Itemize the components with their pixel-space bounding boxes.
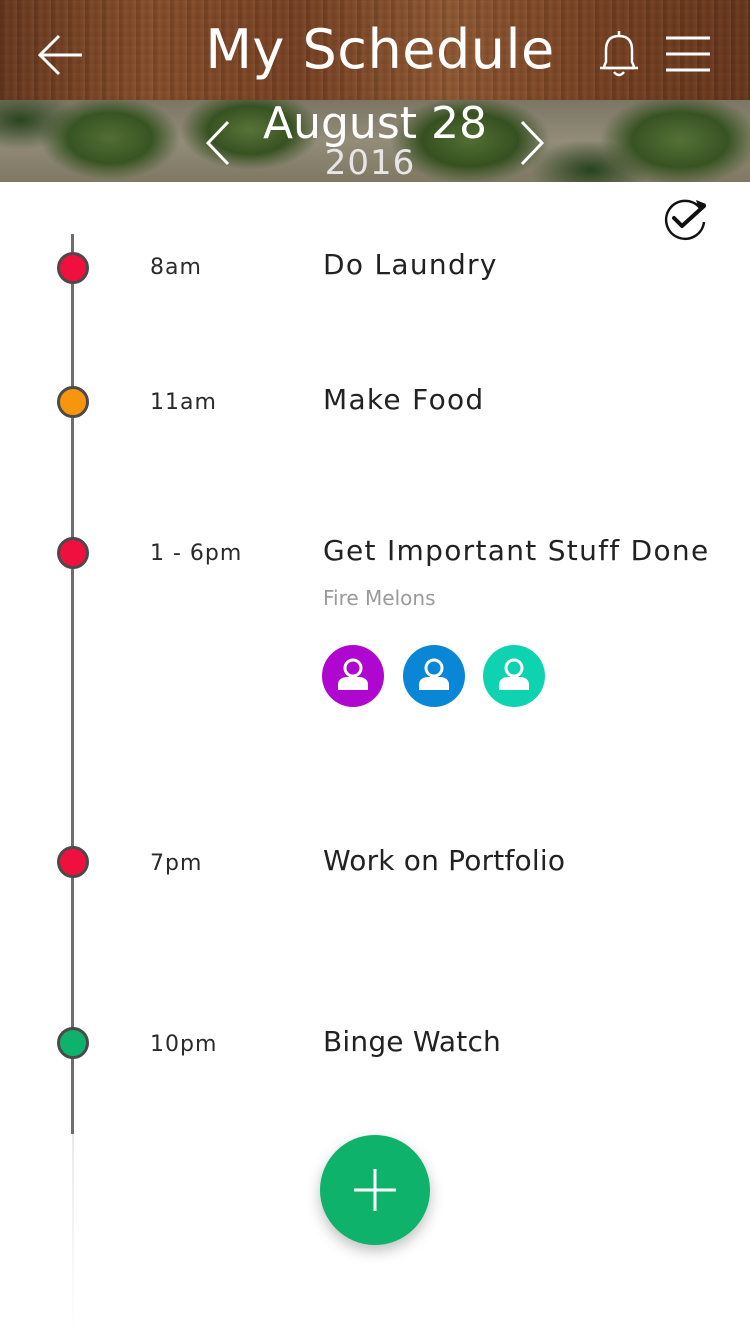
event-subtitle: Fire Melons (323, 586, 436, 610)
event-title[interactable]: Work on Portfolio (323, 844, 565, 877)
event-title[interactable]: Make Food (323, 383, 485, 416)
user-icon (419, 658, 449, 690)
event-marker-binge (57, 1027, 89, 1059)
bell-icon (600, 31, 638, 77)
menu-button[interactable] (664, 34, 712, 74)
hamburger-menu-icon (666, 36, 710, 72)
chevron-right-icon (520, 120, 545, 166)
attendee-avatar[interactable] (483, 645, 545, 707)
attendee-avatar[interactable] (403, 645, 465, 707)
notifications-button[interactable] (596, 28, 642, 80)
event-time: 11am (150, 390, 217, 415)
event-time: 8am (150, 255, 202, 280)
event-time: 10pm (150, 1032, 218, 1057)
event-marker-laundry (57, 252, 89, 284)
sync-complete-button[interactable] (660, 194, 710, 242)
event-marker-portfolio (57, 846, 89, 878)
event-title[interactable]: Do Laundry (323, 248, 498, 281)
event-title[interactable]: Binge Watch (323, 1025, 501, 1058)
event-marker-food (57, 386, 89, 418)
app-header: My Schedule (0, 0, 750, 100)
event-time: 7pm (150, 851, 203, 876)
next-day-button[interactable] (514, 118, 550, 168)
current-date: August 28 (263, 98, 487, 149)
current-year: 2016 (324, 143, 416, 183)
attendee-avatar[interactable] (322, 645, 384, 707)
event-time: 1 - 6pm (150, 541, 243, 566)
refresh-check-icon (664, 199, 706, 241)
add-event-button[interactable] (320, 1135, 430, 1245)
plus-icon (354, 1169, 396, 1211)
event-title[interactable]: Get Important Stuff Done (323, 534, 710, 567)
timeline-line (71, 234, 74, 1134)
event-marker-important (57, 537, 89, 569)
user-icon (499, 658, 529, 690)
timeline-line-tail (72, 1134, 74, 1334)
user-icon (338, 658, 368, 690)
